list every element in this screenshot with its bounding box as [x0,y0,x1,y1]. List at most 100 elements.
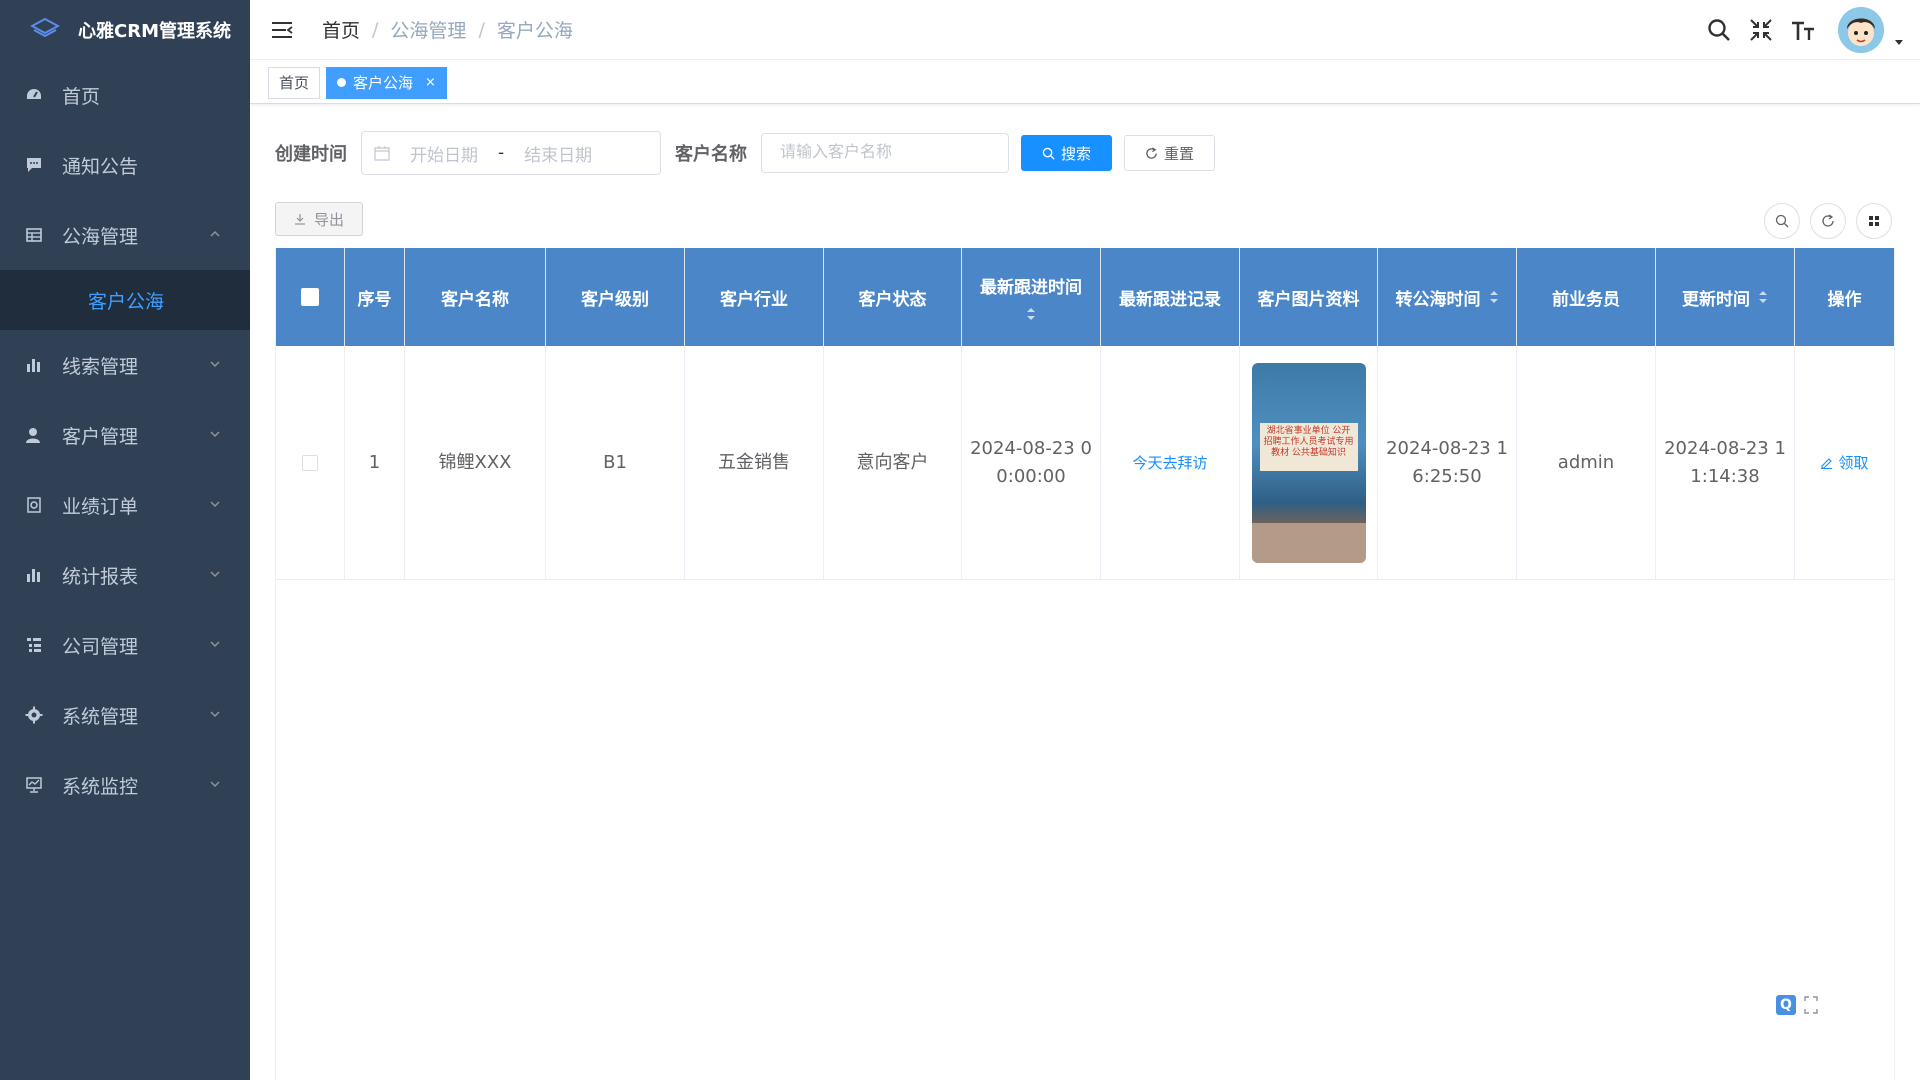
breadcrumb-separator: / [478,18,485,41]
sidebar-item-system[interactable]: 系统管理 [0,680,250,750]
follow-record-link[interactable]: 今天去拜访 [1132,449,1207,477]
app-logo[interactable]: 心雅CRM管理系统 [0,0,250,60]
column-header: 操作 [1827,289,1862,310]
chevron-down-icon [210,431,220,438]
sidebar-item-label: 客户管理 [62,425,139,448]
sidebar-subitem-label: 客户公海 [88,290,165,313]
font-size-icon[interactable] [1790,17,1816,43]
search-icon[interactable] [1706,17,1732,43]
sidebar-item-customers[interactable]: 客户管理 [0,400,250,470]
customer-industry-cell: 五金销售 [685,346,824,579]
column-header-sortable[interactable]: 转公海时间 [1378,248,1517,346]
customer-image-thumbnail[interactable]: 湖北省事业单位 公开招聘工作人员考试专用教材 公共基础知识 [1251,362,1366,563]
sidebar-item-company[interactable]: 公司管理 [0,610,250,680]
sidebar-item-public-sea[interactable]: 公海管理 [0,200,250,270]
avatar[interactable] [1838,7,1884,53]
hamburger-icon[interactable] [270,18,294,42]
export-button[interactable]: 导出 [275,202,364,236]
tags-view: 首页 客户公海 × [250,62,1920,104]
exit-fullscreen-icon[interactable] [1748,17,1774,43]
sort-icon[interactable] [1026,306,1036,322]
customer-name-cell: 锦鲤XXX [405,346,546,579]
monitor-icon [24,775,44,795]
sidebar-item-label: 系统管理 [62,705,139,728]
sidebar-item-label: 系统监控 [62,775,139,798]
sidebar: 心雅CRM管理系统 首页 通知公告 公海管理 客户公海 线索管理 客户管理 业绩… [0,0,250,1080]
columns-button[interactable] [1856,203,1892,239]
caret-down-icon[interactable] [1894,37,1904,47]
sidebar-item-monitor[interactable]: 系统监控 [0,750,250,820]
refresh-button[interactable] [1810,203,1846,239]
table-header: 序号 客户名称 客户级别 客户行业 客户状态 最新跟进时间 最新跟进记录 客户图… [276,248,1894,346]
tag-customer-sea[interactable]: 客户公海 × [326,66,447,99]
column-header-sortable[interactable]: 更新时间 [1656,248,1795,346]
navbar: 首页 / 公海管理 / 客户公海 [250,0,1920,60]
sidebar-item-label: 首页 [62,85,101,108]
sidebar-item-home[interactable]: 首页 [0,60,250,130]
reset-button-label: 重置 [1164,144,1195,163]
search-assistant-icon[interactable]: Q [1776,995,1796,1015]
breadcrumb-customer-sea: 客户公海 [496,20,573,42]
user-icon [24,425,44,445]
column-header: 客户级别 [546,248,685,346]
last-follow-time-cell: 2024-08-23 00:00:00 [962,346,1101,579]
date-range-picker[interactable]: 开始日期 - 结束日期 [361,131,661,175]
sidebar-item-label: 通知公告 [62,155,139,178]
sidebar-item-orders[interactable]: 业绩订单 [0,470,250,540]
image-bottom-region [1251,522,1366,563]
reset-button[interactable]: 重置 [1124,135,1216,171]
end-date-input[interactable]: 结束日期 [524,141,592,166]
toggle-search-button[interactable] [1764,203,1800,239]
chevron-up-icon [210,230,220,237]
sidebar-item-notice[interactable]: 通知公告 [0,130,250,200]
tag-home[interactable]: 首页 [268,66,321,99]
sidebar-subitem-customer-sea[interactable]: 客户公海 [0,270,250,330]
sidebar-item-label: 公司管理 [62,635,139,658]
sort-icon[interactable] [1489,289,1499,305]
sort-icon[interactable] [1758,289,1768,305]
claim-button[interactable]: 领取 [1820,449,1869,477]
column-header: 最新跟进记录 [1101,248,1240,346]
to-sea-time-cell: 2024-08-23 16:25:50 [1378,346,1517,579]
row-checkbox[interactable] [302,454,318,471]
column-header-sortable[interactable]: 最新跟进时间 [962,248,1101,346]
select-all-checkbox[interactable] [301,288,319,306]
close-icon[interactable]: × [425,68,436,98]
customer-name-input[interactable] [761,133,1009,173]
tag-label: 客户公海 [353,73,414,92]
customer-table: 序号 客户名称 客户级别 客户行业 客户状态 最新跟进时间 最新跟进记录 客户图… [275,248,1895,1080]
message-icon [24,155,44,175]
navbar-right [1706,0,1904,60]
image-caption: 湖北省事业单位 公开招聘工作人员考试专用教材 公共基础知识 [1259,422,1358,471]
table-toolbar: 导出 [275,202,1895,239]
breadcrumb-public-sea: 公海管理 [390,20,467,42]
column-header: 客户图片资料 [1240,248,1378,346]
update-time-cell: 2024-08-23 11:14:38 [1656,346,1795,579]
breadcrumb-home[interactable]: 首页 [322,16,360,43]
sidebar-item-reports[interactable]: 统计报表 [0,540,250,610]
chart-icon [24,565,44,585]
table-row: 1 锦鲤XXX B1 五金销售 意向客户 2024-08-23 00:00:00… [276,346,1894,580]
chevron-down-icon [210,361,220,368]
column-header: 序号 [345,248,405,346]
sidebar-item-leads[interactable]: 线索管理 [0,330,250,400]
chevron-down-icon [210,641,220,648]
table-icon [24,225,44,245]
active-dot-icon [337,78,347,87]
row-select-cell [276,346,345,579]
date-range-separator: - [498,143,505,163]
chevron-down-icon [210,781,220,788]
claim-button-label: 领取 [1838,453,1869,472]
grid-icon [1869,216,1879,226]
search-button[interactable]: 搜索 [1021,135,1113,171]
select-all-cell [276,248,345,346]
index-cell: 1 [345,346,405,579]
sidebar-item-label: 公海管理 [62,225,139,248]
refresh-icon [1822,214,1834,227]
chevron-down-icon [210,501,220,508]
start-date-input[interactable]: 开始日期 [410,141,478,166]
customer-image-cell: 湖北省事业单位 公开招聘工作人员考试专用教材 公共基础知识 [1240,346,1378,579]
expand-icon[interactable] [1804,996,1818,1014]
column-header-label: 最新跟进时间 [980,277,1082,298]
order-icon [24,495,44,515]
